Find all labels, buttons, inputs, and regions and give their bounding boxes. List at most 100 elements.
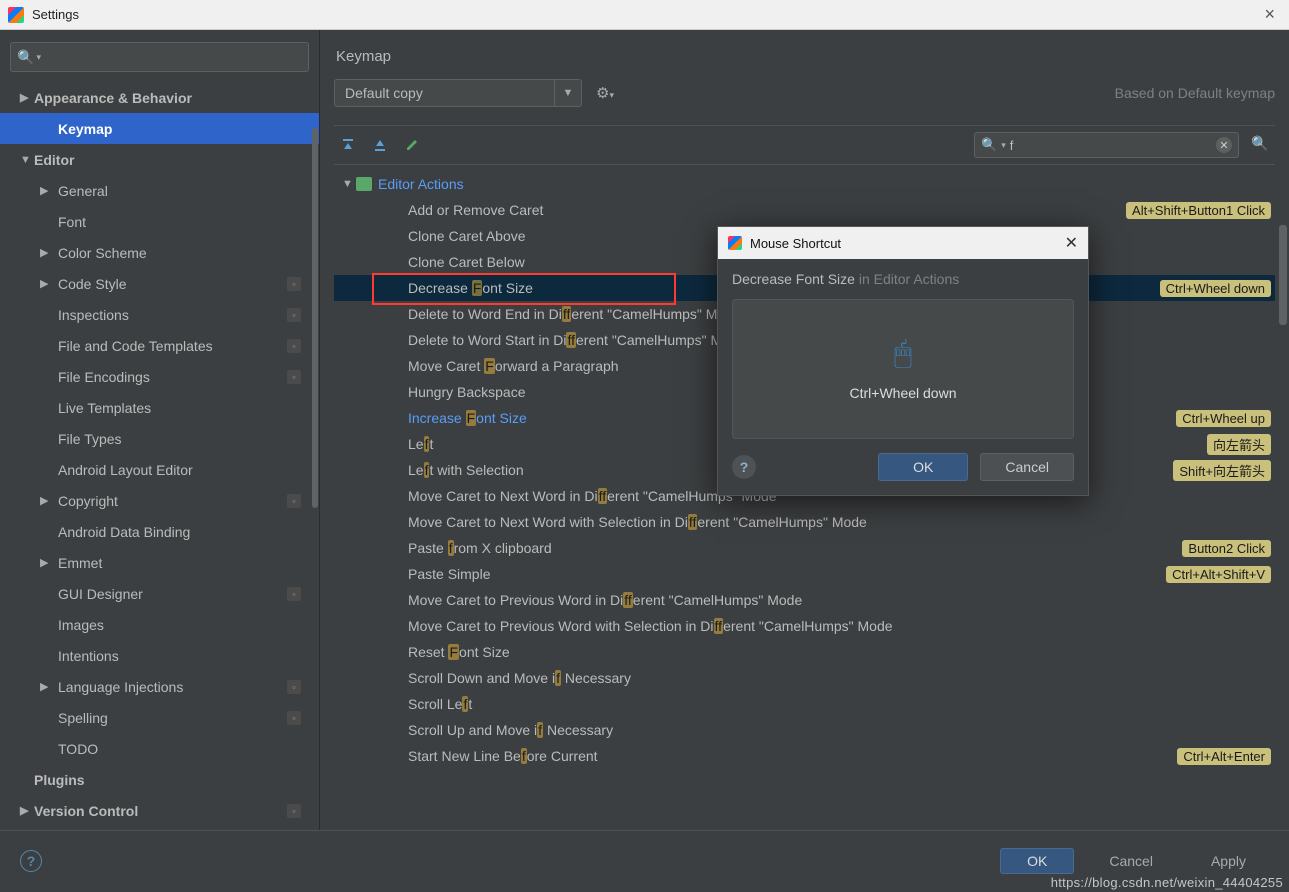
sidebar-item-emmet[interactable]: ▶Emmet — [0, 547, 319, 578]
sidebar-item-gui-designer[interactable]: GUI Designer▫ — [0, 578, 319, 609]
chevron-icon: ▶ — [40, 246, 58, 259]
dialog-context-label: Decrease Font Size in Editor Actions — [718, 259, 1088, 299]
sidebar-item-file-and-code-templates[interactable]: File and Code Templates▫ — [0, 330, 319, 361]
action-label: Scroll Up and Move if Necessary — [408, 722, 1275, 738]
action-row[interactable]: Scroll Up and Move if Necessary — [334, 717, 1275, 743]
dialog-ok-button[interactable]: OK — [878, 453, 968, 481]
keymap-scheme-combo[interactable]: Default copy ▼ — [334, 79, 582, 107]
action-label: Move Caret to Previous Word with Selecti… — [408, 618, 1275, 634]
scope-badge-icon: ▫ — [287, 711, 301, 725]
shortcut-badge: Shift+向左箭头 — [1173, 460, 1271, 481]
window-title: Settings — [32, 7, 1258, 22]
sidebar-item-appearance-behavior[interactable]: ▶Appearance & Behavior — [0, 82, 319, 113]
sidebar-item-inspections[interactable]: Inspections▫ — [0, 299, 319, 330]
help-button[interactable]: ? — [20, 850, 42, 872]
sidebar-item-keymap[interactable]: Keymap — [0, 113, 319, 144]
action-label: Move Caret to Previous Word in Different… — [408, 592, 1275, 608]
dialog-titlebar[interactable]: Mouse Shortcut ✕ — [718, 227, 1088, 259]
app-logo-icon — [8, 7, 24, 23]
chevron-icon: ▼ — [20, 154, 34, 166]
action-row[interactable]: Move Caret to Previous Word with Selecti… — [334, 613, 1275, 639]
chevron-icon: ▶ — [40, 277, 58, 290]
action-row[interactable]: Reset Font Size — [334, 639, 1275, 665]
shortcut-badge: Ctrl+Alt+Shift+V — [1166, 566, 1271, 583]
window-close-button[interactable]: × — [1258, 4, 1281, 25]
action-label: Add or Remove Caret — [408, 202, 1126, 218]
shortcut-badge: Button2 Click — [1182, 540, 1271, 557]
collapse-all-icon[interactable] — [370, 135, 390, 155]
action-row[interactable]: Move Caret to Previous Word in Different… — [334, 587, 1275, 613]
sidebar-item-language-injections[interactable]: ▶Language Injections▫ — [0, 671, 319, 702]
action-row[interactable]: Paste from X clipboardButton2 Click — [334, 535, 1275, 561]
apply-button[interactable]: Apply — [1188, 848, 1269, 874]
sidebar-item-label: Inspections — [58, 307, 287, 323]
sidebar-item-label: Version Control — [34, 803, 287, 819]
chevron-down-icon[interactable]: ▼ — [554, 79, 582, 107]
chevron-icon: ▶ — [20, 804, 34, 817]
chevron-icon: ▶ — [40, 494, 58, 507]
action-row[interactable]: Move Caret to Next Word with Selection i… — [334, 509, 1275, 535]
sidebar-item-label: Plugins — [34, 772, 319, 788]
sidebar-item-android-layout-editor[interactable]: Android Layout Editor — [0, 454, 319, 485]
sidebar-item-font[interactable]: Font — [0, 206, 319, 237]
sidebar-item-label: File Encodings — [58, 369, 287, 385]
sidebar-item-android-data-binding[interactable]: Android Data Binding — [0, 516, 319, 547]
dialog-close-button[interactable]: ✕ — [1065, 233, 1078, 253]
action-row[interactable]: Add or Remove CaretAlt+Shift+Button1 Cli… — [334, 197, 1275, 223]
watermark-text: https://blog.csdn.net/weixin_44404255 — [1051, 875, 1283, 890]
sidebar-item-file-types[interactable]: File Types — [0, 423, 319, 454]
shortcut-badge: 向左箭头 — [1207, 434, 1271, 455]
clear-filter-button[interactable]: ✕ — [1216, 137, 1232, 153]
gear-icon[interactable]: ⚙▾ — [592, 84, 618, 102]
dialog-cancel-button[interactable]: Cancel — [980, 453, 1074, 481]
action-row[interactable]: Paste SimpleCtrl+Alt+Shift+V — [334, 561, 1275, 587]
sidebar-item-color-scheme[interactable]: ▶Color Scheme — [0, 237, 319, 268]
sidebar-item-label: File and Code Templates — [58, 338, 287, 354]
sidebar-scrollbar[interactable] — [312, 128, 318, 508]
action-filter-input[interactable]: 🔍 ▾ ✕ — [974, 132, 1239, 158]
settings-tree[interactable]: ▶Appearance & Behavior Keymap ▼Editor▶Gene… — [0, 78, 319, 830]
shortcut-text: Ctrl+Wheel down — [850, 385, 957, 401]
action-group-row[interactable]: ▼ Editor Actions — [334, 171, 1275, 197]
action-row[interactable]: Start New Line Before CurrentCtrl+Alt+En… — [334, 743, 1275, 769]
action-row[interactable]: Scroll Left — [334, 691, 1275, 717]
sidebar-item-label: Copyright — [58, 493, 287, 509]
settings-search-input[interactable]: 🔍 ▾ — [10, 42, 309, 72]
window-titlebar: Settings × — [0, 0, 1289, 30]
sidebar-item-copyright[interactable]: ▶Copyright▫ — [0, 485, 319, 516]
sidebar-item-spelling[interactable]: Spelling▫ — [0, 702, 319, 733]
mouse-shortcut-dialog: Mouse Shortcut ✕ Decrease Font Size in E… — [717, 226, 1089, 496]
scope-badge-icon: ▫ — [287, 804, 301, 818]
keymap-scheme-value: Default copy — [334, 79, 554, 107]
shortcut-badge: Ctrl+Wheel down — [1160, 280, 1271, 297]
sidebar-item-todo[interactable]: TODO — [0, 733, 319, 764]
search-icon: 🔍 — [981, 137, 997, 153]
edit-icon[interactable] — [402, 135, 422, 155]
settings-sidebar: 🔍 ▾ ▶Appearance & BehaviorKeymap▼Editor▶… — [0, 30, 320, 830]
ok-button[interactable]: OK — [1000, 848, 1074, 874]
filter-text[interactable] — [1010, 138, 1212, 153]
action-row[interactable]: Scroll Down and Move if Necessary — [334, 665, 1275, 691]
sidebar-item-version-control[interactable]: ▶Version Control▫ — [0, 795, 319, 826]
app-logo-icon — [728, 236, 742, 250]
sidebar-item-general[interactable]: ▶General — [0, 175, 319, 206]
expand-all-icon[interactable] — [338, 135, 358, 155]
sidebar-item-plugins[interactable]: Plugins — [0, 764, 319, 795]
cancel-button[interactable]: Cancel — [1086, 848, 1176, 874]
action-label: Move Caret to Next Word with Selection i… — [408, 514, 1275, 530]
sidebar-item-code-style[interactable]: ▶Code Style▫ — [0, 268, 319, 299]
sidebar-item-live-templates[interactable]: Live Templates — [0, 392, 319, 423]
dialog-help-button[interactable]: ? — [732, 455, 756, 479]
folder-icon — [356, 177, 372, 191]
sidebar-item-images[interactable]: Images — [0, 609, 319, 640]
shortcut-preview-area[interactable]: 🖱 Ctrl+Wheel down — [732, 299, 1074, 439]
sidebar-item-file-encodings[interactable]: File Encodings▫ — [0, 361, 319, 392]
sidebar-item-editor[interactable]: ▼Editor — [0, 144, 319, 175]
chevron-down-icon: ▾ — [1001, 140, 1006, 151]
find-by-shortcut-icon[interactable]: 🔍 — [1251, 135, 1271, 155]
scope-badge-icon: ▫ — [287, 277, 301, 291]
sidebar-item-intentions[interactable]: Intentions — [0, 640, 319, 671]
action-label: Scroll Down and Move if Necessary — [408, 670, 1275, 686]
content-scrollbar[interactable] — [1279, 225, 1287, 325]
sidebar-item-label: Keymap — [58, 121, 319, 137]
